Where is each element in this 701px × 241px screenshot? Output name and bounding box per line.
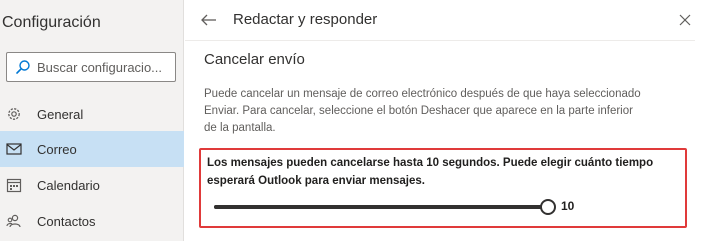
sidebar-item-mail[interactable]: Correo (0, 131, 184, 167)
section-description: Puede cancelar un mensaje de correo elec… (204, 88, 641, 134)
header-divider (185, 40, 695, 41)
close-button[interactable] (675, 10, 695, 30)
undo-send-info: Los mensajes pueden cancelarse hasta 10 … (207, 157, 654, 187)
sidebar-item-contacts[interactable]: Contactos (0, 203, 184, 239)
panel-title: Redactar y responder (233, 11, 378, 28)
section-title: Cancelar envío (204, 51, 305, 68)
gear-icon (5, 105, 23, 123)
back-button[interactable] (199, 10, 219, 30)
sidebar-item-general[interactable]: General (0, 96, 184, 132)
sidebar-item-label: Correo (37, 141, 77, 157)
calendar-icon (5, 176, 23, 194)
people-icon (5, 212, 23, 230)
sidebar-item-calendar[interactable]: Calendario (0, 167, 184, 203)
sidebar-item-label: General (37, 106, 84, 122)
search-box[interactable] (6, 52, 176, 82)
highlight-box: Los mensajes pueden cancelarse hasta 10 … (199, 148, 687, 228)
back-arrow-icon (201, 14, 216, 26)
settings-panel: Redactar y responder Cancelar envío Pued… (185, 0, 701, 241)
settings-sidebar: Configuración General Correo (0, 0, 184, 241)
slider-fill (214, 205, 548, 209)
panel-header: Redactar y responder (185, 0, 701, 40)
search-icon (16, 60, 30, 74)
sidebar-title: Configuración (2, 14, 101, 31)
sidebar-item-label: Calendario (37, 177, 100, 193)
search-input[interactable] (37, 59, 172, 75)
mail-icon (5, 140, 23, 158)
undo-send-slider[interactable] (214, 199, 556, 215)
close-icon (679, 14, 691, 26)
slider-thumb[interactable] (540, 199, 556, 215)
sidebar-item-label: Contactos (37, 213, 96, 229)
slider-value: 10 (561, 199, 575, 213)
